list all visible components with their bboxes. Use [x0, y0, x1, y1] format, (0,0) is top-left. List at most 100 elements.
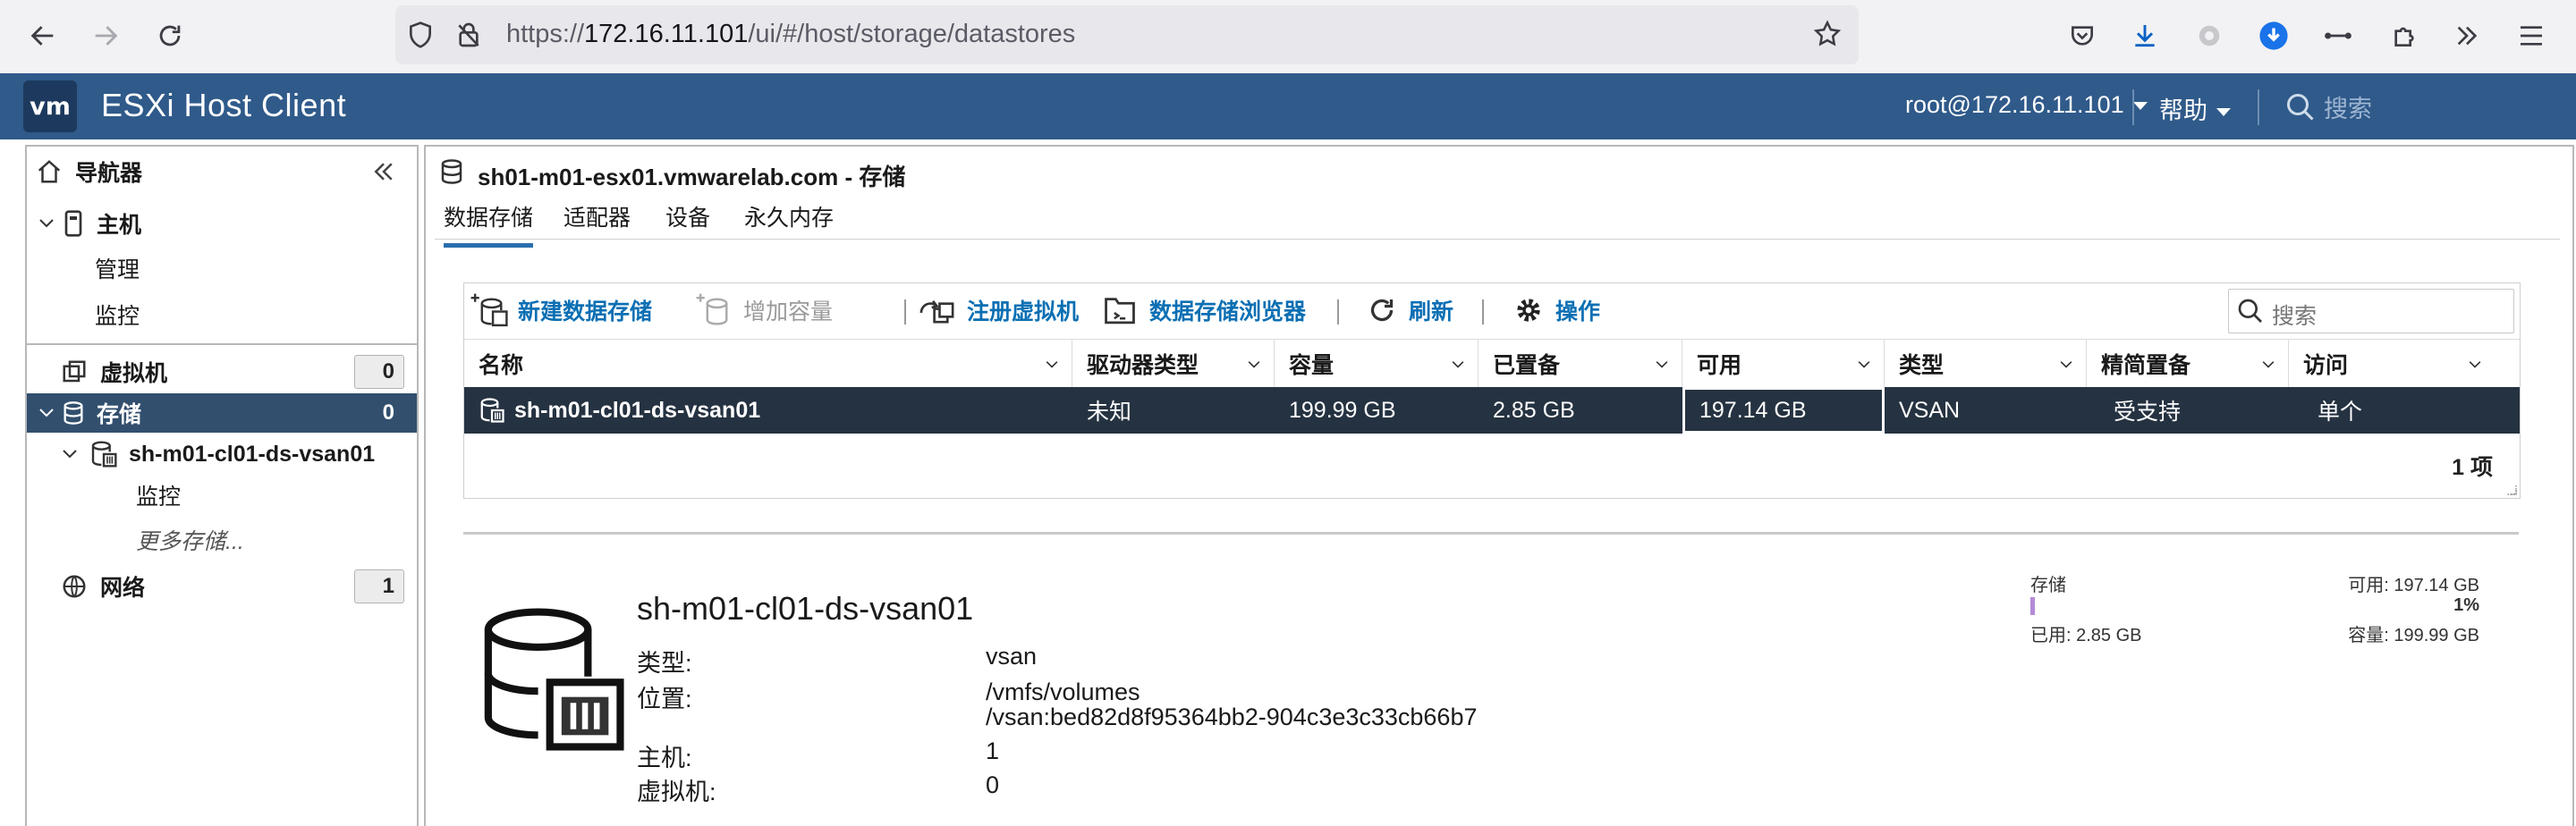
sort-chevron-icon[interactable] — [1855, 356, 1873, 374]
vm-icon — [63, 360, 86, 383]
cell-type: VSAN — [1899, 397, 1961, 423]
sidebar-item-label: sh-m01-cl01-ds-vsan01 — [129, 441, 376, 467]
back-button[interactable] — [20, 13, 66, 59]
tab-datastores[interactable]: 数据存储 — [444, 200, 534, 248]
search-icon[interactable] — [2284, 91, 2317, 123]
sidebar-item-label: 监控 — [95, 304, 140, 329]
navigator-header: 导航器 — [27, 152, 417, 191]
pocket-icon[interactable] — [2061, 14, 2104, 57]
user-menu[interactable]: root@172.16.11.101 — [1905, 91, 2148, 119]
storage-usage-fill — [2030, 597, 2035, 615]
sort-chevron-icon[interactable] — [1245, 356, 1263, 374]
extensions-puzzle-icon[interactable] — [2383, 14, 2426, 57]
sort-chevron-icon[interactable] — [2057, 356, 2075, 374]
storage-count-badge: 0 — [354, 396, 404, 430]
download-manager-icon[interactable] — [2252, 14, 2295, 57]
sidebar-item-datastore-monitor[interactable]: 监控 — [27, 476, 417, 515]
forward-button[interactable] — [82, 13, 129, 59]
back-arrow-icon — [30, 26, 54, 46]
table-row[interactable]: sh-m01-cl01-ds-vsan01 未知 199.99 GB 2.85 … — [464, 387, 2520, 434]
reload-button[interactable] — [147, 13, 193, 59]
sort-chevron-icon[interactable] — [2466, 356, 2484, 374]
cell-provisioned: 2.85 GB — [1493, 397, 1575, 423]
hamburger-menu-icon[interactable] — [2510, 14, 2553, 57]
tab-underline — [435, 239, 2560, 240]
sidebar-item-storage[interactable]: 存储 0 — [27, 393, 417, 433]
datastore-name: sh-m01-cl01-ds-vsan01 — [637, 590, 974, 627]
column-header-thin-provisioning[interactable]: 精简置备 — [2087, 340, 2289, 388]
sidebar-item-monitor[interactable]: 监控 — [27, 295, 417, 334]
cell-drive-type: 未知 — [1087, 400, 1132, 425]
sort-chevron-icon[interactable] — [2259, 356, 2277, 374]
sidebar-item-vms[interactable]: 虚拟机 0 — [27, 352, 417, 392]
section-divider — [463, 532, 2519, 535]
database-icon — [64, 401, 83, 425]
column-header-drive-type[interactable]: 驱动器类型 — [1072, 340, 1275, 388]
column-header-type[interactable]: 类型 — [1885, 340, 2087, 388]
grid-search-input[interactable]: 搜索 — [2228, 289, 2514, 333]
vms-value: 0 — [986, 771, 1000, 798]
column-header-access[interactable]: 访问 — [2289, 340, 2520, 388]
url-bar[interactable]: https://172.16.11.101/ui/#/host/storage/… — [395, 5, 1859, 64]
cell-free: 197.14 GB — [1682, 387, 1885, 434]
app-header: vm ESXi Host Client root@172.16.11.101 帮… — [0, 73, 2576, 139]
hosts-label: 主机: — [637, 745, 692, 771]
toolbar-label: 增加容量 — [743, 299, 834, 324]
bookmark-star-icon[interactable] — [1812, 19, 1843, 49]
downloads-icon[interactable] — [2123, 14, 2166, 57]
help-menu[interactable]: 帮助 — [2159, 91, 2231, 126]
column-header-provisioned[interactable]: 已置备 — [1479, 340, 1682, 388]
chevron-down-icon[interactable] — [36, 213, 57, 234]
sort-chevron-icon[interactable] — [1449, 356, 1467, 374]
refresh-button[interactable]: 刷新 — [1366, 283, 1453, 337]
sidebar-item-label: 网络 — [100, 576, 146, 601]
cell-thin-provisioning: 受支持 — [2114, 400, 2182, 425]
chevron-down-icon[interactable] — [59, 443, 80, 465]
chevron-down-icon[interactable] — [36, 402, 57, 424]
register-vm-button[interactable]: 注册虚拟机 — [919, 283, 1079, 337]
sidebar-item-label: 监控 — [136, 485, 182, 510]
sidebar-item-manage[interactable]: 管理 — [27, 249, 417, 288]
datastore-icon — [480, 398, 504, 423]
reload-icon — [159, 25, 181, 46]
sidebar-item-network[interactable]: 网络 1 — [27, 567, 417, 606]
sort-chevron-icon[interactable] — [1653, 356, 1671, 374]
search-icon — [2238, 299, 2262, 323]
column-header-capacity[interactable]: 容量 — [1275, 340, 1479, 388]
sidebar-item-more-storage[interactable]: 更多存储... — [27, 520, 417, 560]
sidebar-item-datastore[interactable]: sh-m01-cl01-ds-vsan01 — [27, 434, 417, 474]
tab-adapters[interactable]: 适配器 — [564, 200, 631, 243]
overflow-chevrons-icon[interactable] — [2445, 14, 2488, 57]
connection-icon[interactable] — [2317, 14, 2360, 57]
tab-persistent-memory[interactable]: 永久内存 — [744, 200, 834, 243]
location-value-line2: /vsan:bed82d8f95364bb2-904c3e3c33cb66b7 — [986, 704, 1478, 730]
location-label: 位置: — [637, 686, 692, 712]
new-datastore-button[interactable]: 新建数据存储 — [470, 283, 652, 337]
actions-button[interactable]: 操作 — [1514, 283, 1600, 337]
search-placeholder: 搜索 — [2272, 304, 2318, 329]
vms-label: 虚拟机: — [637, 779, 716, 805]
sidebar-item-label: 存储 — [97, 402, 142, 427]
location-value-line1: /vmfs/volumes — [986, 678, 1140, 705]
column-header-name[interactable]: 名称 — [464, 340, 1072, 388]
storage-summary-label: 存储 — [2030, 576, 2066, 595]
toolbar-label: 注册虚拟机 — [967, 299, 1080, 324]
datastore-grid: 新建数据存储 增加容量 注册虚拟机 数据存储浏览器 刷新 操作 搜索 名称 驱动… — [463, 282, 2521, 499]
datastore-large-icon — [484, 608, 624, 751]
sort-chevron-icon[interactable] — [1043, 356, 1061, 374]
resize-grip-icon[interactable] — [2504, 482, 2518, 496]
register-vm-icon — [919, 299, 954, 324]
navigator-sidebar: 导航器 主机 管理 监控 虚拟机 0 存储 0 sh-m01-cl01-ds-v… — [25, 145, 419, 826]
collapse-double-chevron-icon[interactable] — [370, 158, 397, 185]
header-search-input[interactable]: 搜索 — [2324, 89, 2372, 124]
increase-capacity-button[interactable]: 增加容量 — [695, 283, 833, 337]
storage-usage-bar — [2030, 597, 2474, 615]
tab-devices[interactable]: 设备 — [665, 200, 710, 243]
vm-logo: vm — [23, 80, 77, 132]
sidebar-item-host[interactable]: 主机 — [27, 204, 417, 243]
datastore-icon — [91, 441, 117, 468]
increase-capacity-icon — [696, 293, 728, 325]
extension-gear-icon[interactable] — [2188, 14, 2231, 57]
column-header-free[interactable]: 可用 — [1682, 340, 1885, 388]
datastore-browser-button[interactable]: 数据存储浏览器 — [1103, 283, 1306, 337]
